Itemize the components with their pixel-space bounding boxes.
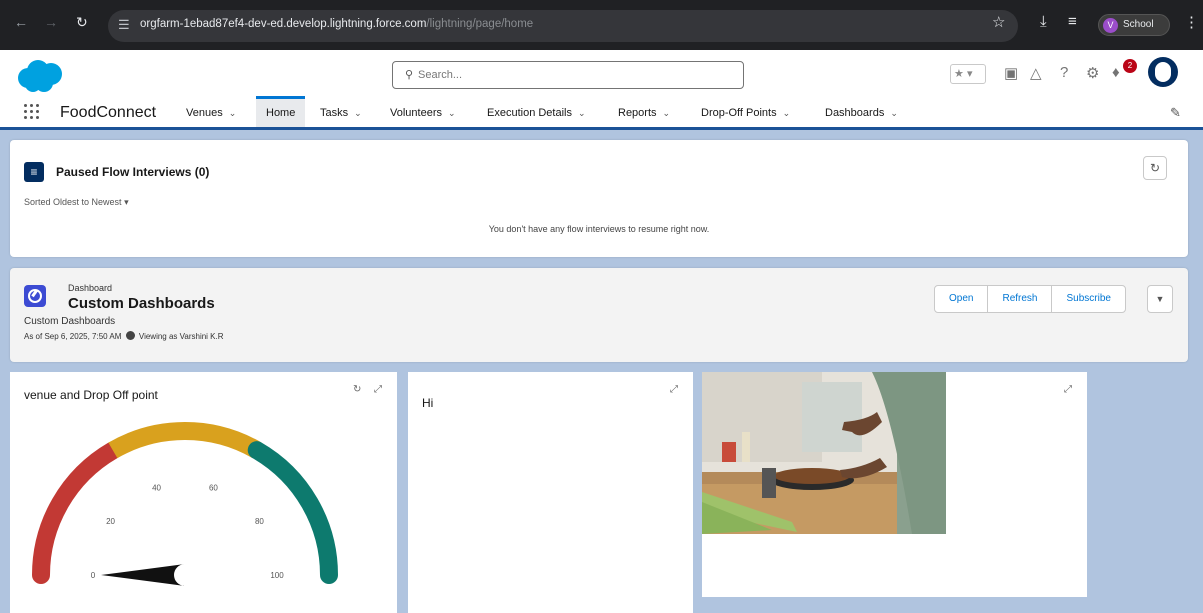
chevron-down-icon[interactable]: ⌄: [229, 108, 237, 118]
gauge-tick-label: 40: [152, 484, 161, 493]
gauge-tick-label: 100: [270, 571, 284, 580]
dashboard-title: Custom Dashboards: [68, 295, 215, 312]
gauge-band-2: [247, 441, 338, 584]
tab-venues[interactable]: Venues ⌄: [186, 96, 236, 127]
dashboard-label: Dashboard: [68, 283, 113, 293]
app-name: FoodConnect: [60, 104, 157, 121]
download-icon[interactable]: ⤓: [1040, 13, 1047, 30]
global-header: ⚲ Search... ★ ▾ ▣ △ ? ⚙ ♦ 2: [0, 50, 1203, 96]
widget-refresh-icon[interactable]: ↻: [353, 384, 361, 395]
empty-state-message: You don't have any flow interviews to re…: [488, 224, 710, 234]
chevron-down-icon[interactable]: ⌄: [354, 108, 362, 118]
browser-chrome: ← → ↻ ☰ orgfarm-1ebad87ef4-dev-ed.develo…: [0, 0, 1203, 50]
gauge-widget: venue and Drop Off point ↻ ⤢ 0 20 40 60 80 10…: [10, 372, 397, 613]
text-widget: Hi ⤢: [408, 372, 693, 613]
url-text: orgfarm-1ebad87ef4-dev-ed.develop.lightn…: [140, 18, 534, 30]
widget-text: Hi: [422, 396, 434, 410]
refresh-icon: ↻: [1149, 161, 1161, 175]
tab-dashboards[interactable]: Dashboards ⌄: [825, 96, 898, 127]
address-bar[interactable]: ☰ orgfarm-1ebad87ef4-dev-ed.develop.ligh…: [108, 10, 1018, 42]
forward-arrow-icon[interactable]: →: [44, 14, 58, 30]
profile-chip[interactable]: V School: [1098, 14, 1170, 36]
dashboard-gauge-icon: [24, 285, 46, 307]
expand-icon[interactable]: ⤢: [374, 384, 382, 395]
chevron-down-icon[interactable]: ⌄: [783, 108, 791, 118]
chevron-down-icon[interactable]: ⌄: [890, 108, 898, 118]
paused-flow-interviews-card: ≡ Paused Flow Interviews (0) ↻ Sorted Ol…: [10, 140, 1188, 257]
notifications-bell-icon[interactable]: ♦: [1112, 64, 1120, 81]
global-search-input[interactable]: ⚲ Search...: [392, 61, 744, 89]
dashboard-header-card: Dashboard Custom Dashboards Custom Dashb…: [10, 268, 1188, 362]
gauge-chart: 0 20 40 60 80 100: [32, 422, 338, 586]
help-icon[interactable]: ?: [1060, 64, 1068, 81]
back-arrow-icon[interactable]: ←: [14, 14, 28, 30]
global-actions-icon[interactable]: ▣: [1004, 64, 1018, 82]
cooking-photo-image: [702, 372, 946, 534]
salesforce-logo-icon[interactable]: [14, 58, 66, 94]
tab-volunteers[interactable]: Volunteers ⌄: [390, 96, 456, 127]
profile-label: School: [1123, 19, 1154, 30]
search-icon: ⚲: [405, 69, 414, 81]
chevron-down-icon[interactable]: ⌄: [578, 108, 586, 118]
edit-nav-pencil-icon[interactable]: ✎: [1170, 105, 1181, 121]
card-title: Paused Flow Interviews (0): [56, 165, 210, 179]
widget-title: venue and Drop Off point: [24, 388, 158, 402]
profile-avatar: V: [1103, 18, 1118, 33]
gauge-band-1: [108, 422, 262, 459]
bookmark-star-icon[interactable]: ☆: [992, 13, 1005, 31]
tab-reports[interactable]: Reports ⌄: [618, 96, 670, 127]
search-placeholder: Search...: [418, 69, 463, 81]
setup-gear-icon[interactable]: ⚙: [1086, 64, 1099, 82]
tab-execution-details[interactable]: Execution Details ⌄: [487, 96, 586, 127]
reload-icon[interactable]: ↻: [76, 14, 88, 31]
flow-icon: ≡: [24, 162, 44, 182]
chevron-down-icon[interactable]: ⌄: [448, 108, 456, 118]
chevron-down-icon[interactable]: ⌄: [663, 108, 671, 118]
user-avatar[interactable]: [1148, 57, 1178, 87]
app-navigation-bar: FoodConnect Venues ⌄ Home Tasks ⌄ Voluntee…: [0, 96, 1203, 130]
open-button[interactable]: Open: [934, 285, 989, 313]
subscribe-button[interactable]: Subscribe: [1051, 285, 1126, 313]
image-widget: ⤢: [702, 372, 1087, 597]
gauge-tick-label: 0: [91, 571, 96, 580]
gauge-tick-label: 20: [106, 517, 115, 526]
favorite-star-icon: ★: [954, 68, 964, 80]
refresh-dashboard-button[interactable]: Refresh: [987, 285, 1053, 313]
dashboard-subtitle: Custom Dashboards: [24, 316, 116, 327]
gauge-tick-label: 60: [209, 484, 218, 493]
tab-home[interactable]: Home: [256, 96, 306, 127]
more-actions-button[interactable]: ▼: [1147, 285, 1173, 313]
refresh-button[interactable]: ↻: [1143, 156, 1167, 180]
dashboard-button-group: Open Refresh Subscribe: [934, 285, 1126, 313]
favorites-button[interactable]: ★ ▾: [950, 64, 986, 84]
gauge-needle: [101, 564, 185, 586]
site-info-icon[interactable]: ☰: [118, 17, 130, 33]
gauge-band-0: [32, 441, 122, 584]
notification-badge: 2: [1123, 59, 1137, 73]
gauge-tick-label: 80: [255, 517, 264, 526]
browser-menu-icon[interactable]: ⋮: [1184, 13, 1199, 31]
tab-tasks[interactable]: Tasks ⌄: [320, 96, 362, 127]
dropdown-caret-icon: ▾: [124, 197, 129, 207]
dashboard-timestamp: As of Sep 6, 2025, 7:50 AM Viewing as Va…: [24, 331, 224, 341]
media-controls-icon[interactable]: ≡: [1068, 13, 1077, 30]
user-viewing-icon: [125, 331, 135, 340]
favorites-dropdown-icon: ▾: [966, 68, 973, 80]
sort-dropdown[interactable]: Sorted Oldest to Newest ▾: [24, 197, 129, 208]
app-launcher-icon[interactable]: [24, 104, 42, 122]
expand-icon[interactable]: ⤢: [1064, 384, 1072, 395]
chevron-down-icon: ▼: [1155, 294, 1165, 304]
expand-icon[interactable]: ⤢: [670, 384, 678, 395]
tab-drop-off-points[interactable]: Drop-Off Points ⌄: [701, 96, 790, 127]
trailhead-icon[interactable]: △: [1030, 64, 1042, 82]
